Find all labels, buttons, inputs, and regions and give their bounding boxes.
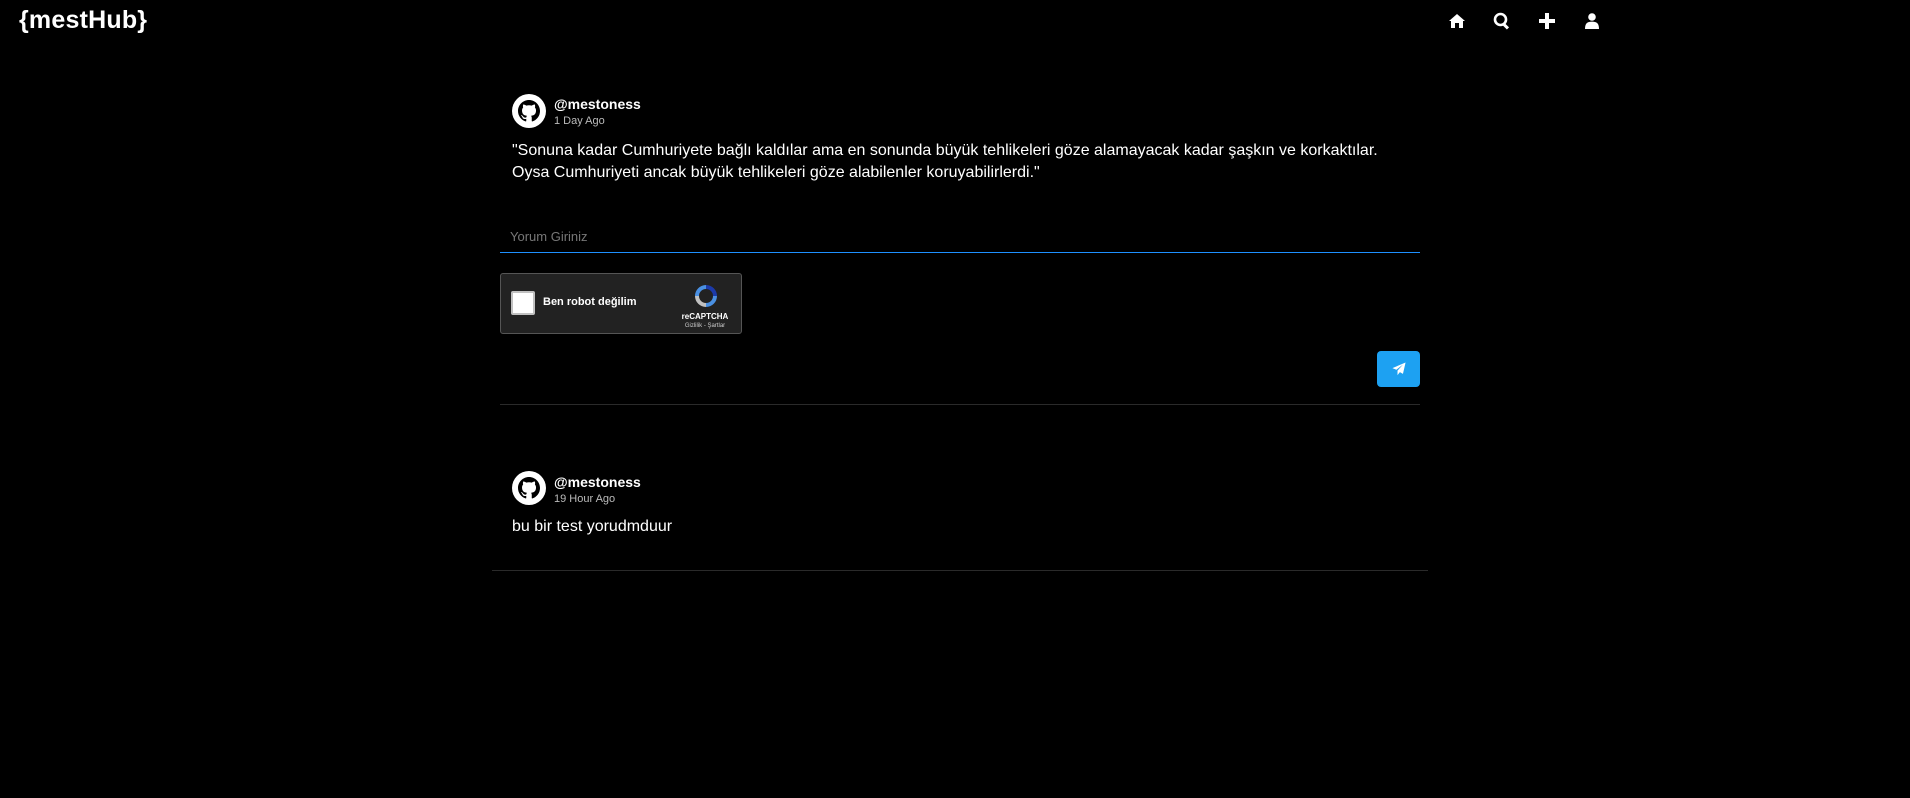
recaptcha-widget: Ben robot değilim reCAPTCHA Gizlilik - Ş…: [500, 273, 742, 334]
recaptcha-label: Ben robot değilim: [543, 296, 637, 308]
comment-input[interactable]: [500, 221, 1420, 253]
form-divider: [500, 404, 1420, 405]
send-comment-button[interactable]: [1377, 351, 1420, 387]
post-username[interactable]: @mestoness: [554, 96, 641, 112]
plus-icon[interactable]: [1534, 8, 1560, 34]
recaptcha-brand: reCAPTCHA: [681, 312, 729, 321]
user-icon[interactable]: [1579, 8, 1605, 34]
comment-text: bu bir test yorudmduur: [512, 518, 673, 535]
site-logo[interactable]: {mestHub}: [19, 6, 147, 35]
recaptcha-logo-icon: [692, 282, 720, 310]
recaptcha-privacy-terms[interactable]: Gizlilik - Şartlar: [675, 323, 735, 329]
post-text: "Sonuna kadar Cumhuriyete bağlı kaldılar…: [512, 142, 1378, 181]
comment-username[interactable]: @mestoness: [554, 474, 641, 490]
recaptcha-checkbox[interactable]: [511, 291, 535, 315]
home-icon[interactable]: [1444, 8, 1470, 34]
comment-divider: [492, 570, 1428, 571]
top-navbar: {mestHub}: [0, 0, 1910, 44]
post-timestamp: 1 Day Ago: [554, 115, 605, 127]
search-icon[interactable]: [1489, 8, 1515, 34]
paper-plane-icon: [1391, 362, 1406, 376]
github-icon[interactable]: [512, 94, 546, 128]
github-icon[interactable]: [512, 471, 546, 505]
comment-timestamp: 19 Hour Ago: [554, 493, 616, 505]
